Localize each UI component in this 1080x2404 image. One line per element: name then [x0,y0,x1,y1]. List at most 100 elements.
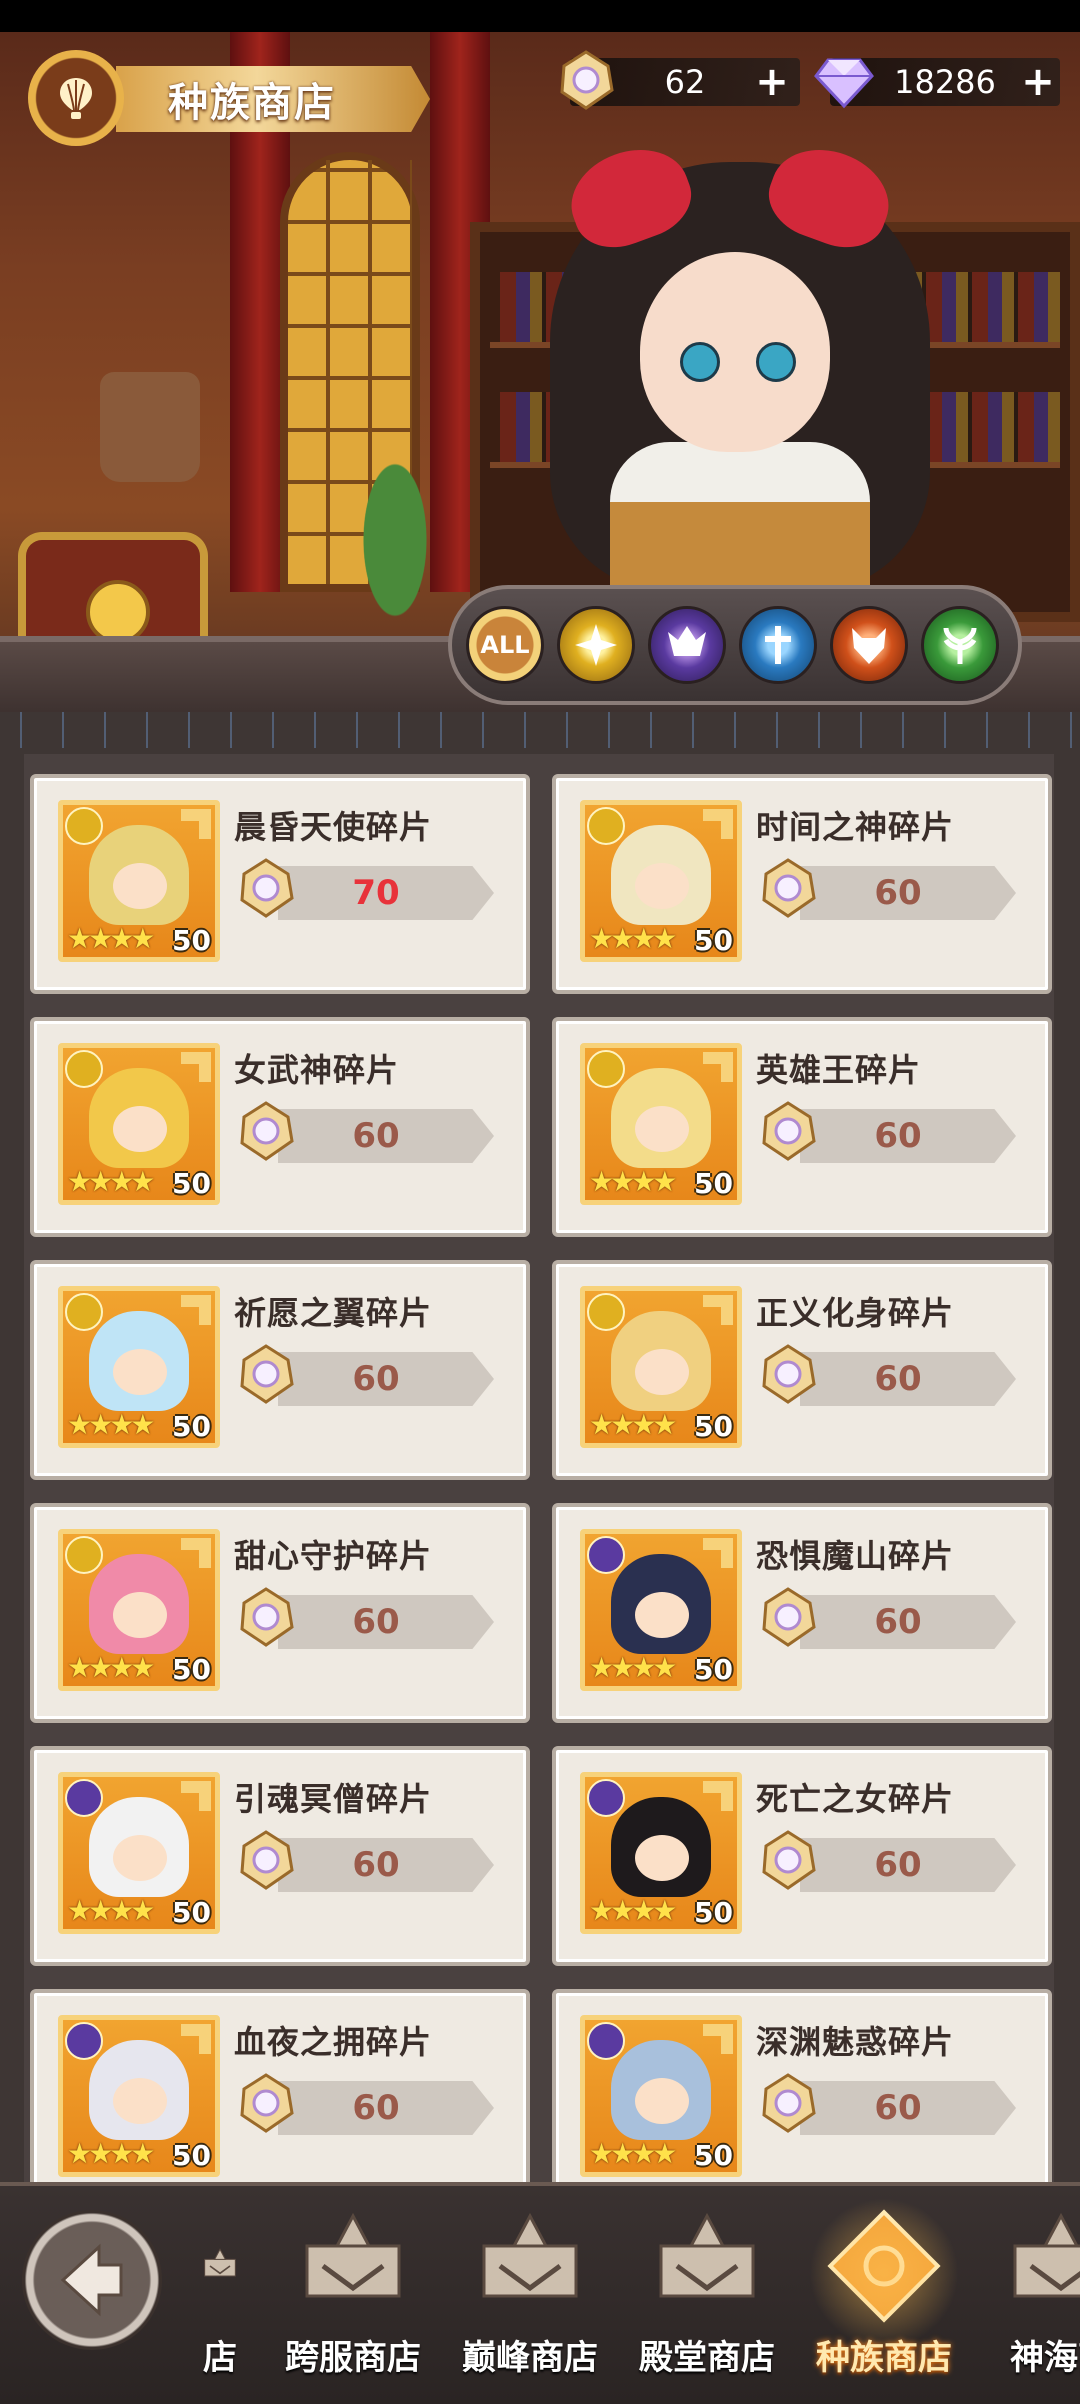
shop-tab-icon [659,2212,755,2298]
shop-item-card[interactable]: ★★★★ 50 正义化身碎片 60 [552,1260,1052,1480]
shop-item-card[interactable]: ★★★★ 50 恐惧魔山碎片 60 [552,1503,1052,1723]
shop-nav-bar: 店 跨服商店 巅峰商店 殿堂商店种族商店神海商 [0,2182,1080,2404]
shop-item-card[interactable]: ★★★★ 50 甜心守护碎片 60 [30,1503,530,1723]
token-icon [240,1830,294,1890]
shop-tab-icon [482,2212,578,2298]
hero-portrait: ★★★★ 50 [580,1286,742,1448]
fragment-count: 50 [694,1167,733,1200]
filter-beast-icon[interactable] [830,606,908,684]
star-rating: ★★★★ [589,1165,677,1198]
shop-item-card[interactable]: ★★★★ 50 死亡之女碎片 60 [552,1746,1052,1966]
token-icon [240,2073,294,2133]
fragment-corner-icon [703,1052,733,1082]
price-tag[interactable]: 60 [800,1109,1016,1163]
fragment-corner-icon [181,1295,211,1325]
fragment-corner-icon [181,1052,211,1082]
star-rating: ★★★★ [67,1651,155,1684]
fragment-corner-icon [703,2024,733,2054]
token-resource: 62 + [556,50,800,110]
shop-item-card[interactable]: ★★★★ 50 血夜之拥碎片 60 [30,1989,530,2209]
token-icon [240,1587,294,1647]
item-name: 正义化身碎片 [756,1294,955,1332]
item-price: 60 [352,1845,400,1885]
filter-all-button[interactable]: ALL [466,606,544,684]
price-tag[interactable]: 60 [278,1595,494,1649]
hero-face [635,1349,689,1395]
filter-all-label: ALL [480,631,530,659]
shop-item-card[interactable]: ★★★★ 50 祈愿之翼碎片 60 [30,1260,530,1480]
item-list: ★★★★ 50 晨昏天使碎片 70 ★★★★ 50 时间之神碎片 60 ★★★★ 50 女武神碎片 6… [24,754,1054,2209]
shop-item-card[interactable]: ★★★★ 50 晨昏天使碎片 70 [30,774,530,994]
token-icon [762,1101,816,1161]
price-tag[interactable]: 60 [278,1352,494,1406]
item-name: 引魂冥僧碎片 [234,1780,433,1818]
filter-light-icon[interactable] [557,606,635,684]
add-token-button[interactable]: + [750,59,794,105]
faction-light-icon [65,1050,103,1088]
item-name: 甜心守护碎片 [234,1537,433,1575]
price-tag[interactable]: 60 [800,1838,1016,1892]
star-rating: ★★★★ [589,922,677,955]
fragment-count: 50 [172,1410,211,1443]
hero-face [113,1835,167,1881]
tab-hall-shop[interactable]: 殿堂商店 [622,2206,792,2396]
star-rating: ★★★★ [589,2137,677,2170]
faction-filter: ALL [448,585,1022,705]
hero-face [113,2078,167,2124]
hero-portrait: ★★★★ 50 [580,800,742,962]
fragment-corner-icon [703,809,733,839]
token-icon [762,1344,816,1404]
fragment-count: 50 [172,1167,211,1200]
item-name: 英雄王碎片 [756,1051,922,1089]
item-price: 60 [352,1602,400,1642]
tab-label: 殿堂商店 [639,2338,775,2378]
hero-portrait: ★★★★ 50 [580,1772,742,1934]
shop-item-card[interactable]: ★★★★ 50 英雄王碎片 60 [552,1017,1052,1237]
shop-tab-icon [1013,2212,1080,2298]
price-tag[interactable]: 70 [278,866,494,920]
price-tag[interactable]: 60 [278,2081,494,2135]
hero-portrait: ★★★★ 50 [580,1529,742,1691]
faction-dark-icon [65,1779,103,1817]
faction-light-icon [587,1293,625,1331]
faction-dark-icon [65,2022,103,2060]
tab-race-shop[interactable]: 种族商店 [799,2198,969,2396]
shop-item-card[interactable]: ★★★★ 50 深渊魅惑碎片 60 [552,1989,1052,2209]
add-diamond-button[interactable]: + [1016,59,1060,105]
shop-header: 种族商店 [0,50,430,146]
token-icon [560,50,614,110]
faction-light-icon [587,1050,625,1088]
item-name: 血夜之拥碎片 [234,2023,433,2061]
fragment-corner-icon [703,1295,733,1325]
token-icon [762,858,816,918]
tab-sea-shop[interactable]: 神海商 [976,2206,1080,2396]
item-price: 70 [352,873,400,913]
price-tag[interactable]: 60 [278,1838,494,1892]
item-list-frame: ★★★★ 50 晨昏天使碎片 70 ★★★★ 50 时间之神碎片 60 ★★★★ 50 女武神碎片 6… [0,712,1080,2209]
shop-item-card[interactable]: ★★★★ 50 女武神碎片 60 [30,1017,530,1237]
filter-nature-icon[interactable] [921,606,999,684]
item-price: 60 [352,1359,400,1399]
star-rating: ★★★★ [67,1408,155,1441]
price-tag[interactable]: 60 [800,1352,1016,1406]
price-tag[interactable]: 60 [800,866,1016,920]
tab-peak-shop[interactable]: 巅峰商店 [445,2206,615,2396]
filter-human-icon[interactable] [739,606,817,684]
shop-item-card[interactable]: ★★★★ 50 时间之神碎片 60 [552,774,1052,994]
price-tag[interactable]: 60 [800,1595,1016,1649]
filter-dark-icon[interactable] [648,606,726,684]
faction-dark-icon [587,1536,625,1574]
hero-face [635,1106,689,1152]
hero-face [635,2078,689,2124]
price-tag[interactable]: 60 [278,1109,494,1163]
item-name: 祈愿之翼碎片 [234,1294,433,1332]
tab-cross-server-shop[interactable]: 跨服商店 [268,2206,438,2396]
shopkeeper-character[interactable] [530,112,950,642]
shop-item-card[interactable]: ★★★★ 50 引魂冥僧碎片 60 [30,1746,530,1966]
tab-shop-partial[interactable]: 店 [190,2206,250,2396]
item-name: 晨昏天使碎片 [234,808,433,846]
faction-dark-icon [587,1779,625,1817]
back-button[interactable] [22,2210,162,2350]
price-tag[interactable]: 60 [800,2081,1016,2135]
item-name: 女武神碎片 [234,1051,400,1089]
